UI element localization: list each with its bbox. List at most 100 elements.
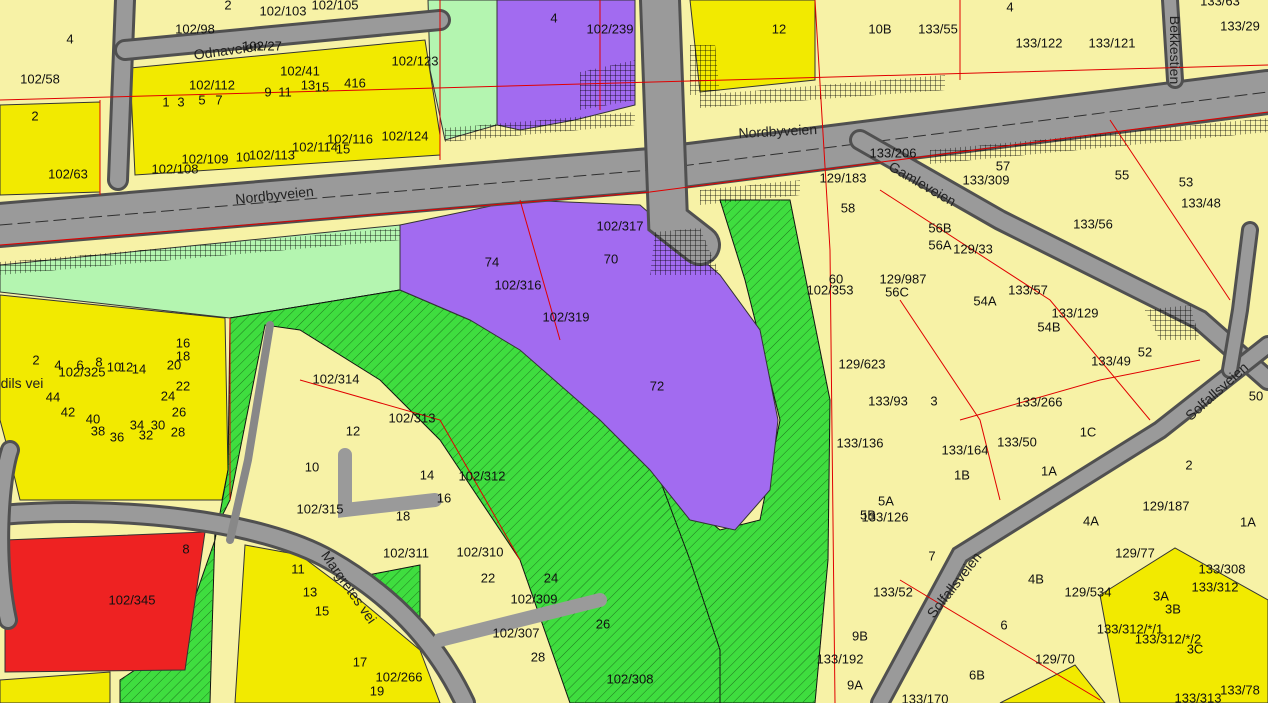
parcel-label: 133/55 [918,21,958,36]
parcel-label: 54B [1037,319,1060,334]
parcel-label: 54A [973,293,996,308]
parcel-label: 12 [346,423,360,438]
parcel-label: 11 [278,84,292,99]
parcel-label: 133/56 [1073,216,1113,231]
parcel-label: 102/63 [48,166,88,181]
parcel-label: 2 [224,0,231,12]
parcel-label: 1A [1041,463,1057,478]
parcel-label: 26 [596,616,610,631]
parcel-label: 133/170 [902,691,949,703]
parcel-label: 9B [852,628,868,643]
parcel-label: 2 [31,108,38,123]
parcel-label: 129/534 [1065,584,1112,599]
parcel-label: 56B [928,220,951,235]
parcel-label: 133/136 [837,435,884,450]
parcel-label: 129/187 [1143,498,1190,513]
parcel-label: 102/112 [189,77,235,92]
parcel-label: 129/183 [820,170,867,185]
parcel-label: 42 [61,404,75,419]
parcel-label: 11 [291,561,305,576]
parcel-label: 133/192 [817,651,864,666]
parcel-label: 14 [132,361,146,376]
road-label-bekkestien: Bekkestien [1167,16,1183,84]
parcel-label: 102/103 [260,3,307,18]
parcel-label: 102/113 [249,147,295,162]
parcel-label: 102/309 [511,591,558,606]
parcel-label: 133/93 [868,393,908,408]
parcel-label: 102/313 [389,410,436,425]
parcel-label: 7 [215,92,222,107]
parcel-label: 102/41 [280,63,320,78]
parcel-label: 10 [305,459,319,474]
parcel-label: 133/52 [873,584,913,599]
parcel-label: 102/307 [493,625,540,640]
parcel-label: 133/129 [1052,305,1099,320]
parcel-label: 20 [167,357,181,372]
parcel-label: 15 [315,79,329,94]
parcel-label: 102/124 [382,128,429,143]
parcel-label: 102/308 [607,671,654,686]
parcel-label: 4 [1006,0,1013,14]
parcel-label: 10B [868,21,891,36]
parcel-label: 13 [303,584,317,599]
parcel-label: 26 [172,404,186,419]
parcel-label: 15 [315,603,329,618]
road-label-dils: dils vei [1,375,44,391]
parcel-label: 102/58 [20,71,60,86]
parcel-label: 22 [176,378,190,393]
parcel-label: 102/108 [152,161,199,176]
parcel-label: 50 [1249,388,1263,403]
parcel-label: 19 [370,683,384,698]
parcel-label: 55 [1115,167,1129,182]
parcel-label: 102/325 [59,364,106,379]
parcel-label: 129/623 [839,356,886,371]
parcel-label: 24 [161,388,175,403]
parcel-label: 6B [969,667,985,682]
parcel-label: 2 [1185,457,1192,472]
parcel-label: 4B [1028,571,1044,586]
parcel-label: 6 [1000,617,1007,632]
zoning-map[interactable]: NordbyveienNordbyveienOdnaveienGamleveie… [0,0,1268,703]
parcel-label: 102/315 [297,501,344,516]
parcel-label: 133/126 [862,509,909,524]
parcel-label: 22 [481,570,495,585]
parcel-label: 133/49 [1091,353,1131,368]
parcel-label: 102/116 [327,131,373,146]
parcel-label: 133/121 [1089,35,1136,50]
parcel-label: 56C [885,284,909,299]
parcel-label: 52 [1138,344,1152,359]
parcel-label: 1C [1080,424,1097,439]
parcel-label: 129/70 [1035,651,1075,666]
parcel-label: 36 [110,429,124,444]
parcel-label: 5 [198,92,205,107]
parcel-label: 13 [301,77,315,92]
parcel-label: 133/164 [942,442,989,457]
parcel-label: 102/316 [495,277,542,292]
parcel-label: 44 [46,389,60,404]
parcel-label: 4 [550,10,557,25]
parcel-label: 4A [1083,513,1099,528]
parcel-label: 133/206 [870,145,917,160]
parcel-label: 102/312 [459,468,506,483]
parcel-label: 8 [182,541,189,556]
parcel-label: 58 [841,200,855,215]
parcel-label: 102/27 [242,38,282,53]
parcel-label: 133/29 [1220,18,1260,33]
parcel-label: 70 [604,251,618,266]
parcel-label: 28 [171,424,185,439]
parcel-label: 12 [772,21,786,36]
parcel-label: 133/122 [1016,35,1063,50]
parcel-label: 133/309 [963,172,1010,187]
parcel-label: 102/310 [457,544,504,559]
parcel-label: 2 [32,352,39,367]
parcel-label: 133/266 [1016,394,1063,409]
parcel-label: 102/98 [175,21,215,36]
parcel-label: 102/317 [597,218,644,233]
parcel-label: 102/105 [312,0,359,12]
parcel-label: 53 [1179,174,1193,189]
zone-sw-yellow [0,294,229,501]
parcel-label: 102/266 [376,669,423,684]
parcel-label: 74 [485,254,499,269]
parcel-label: 24 [544,570,558,585]
parcel-label: 133/57 [1008,282,1048,297]
